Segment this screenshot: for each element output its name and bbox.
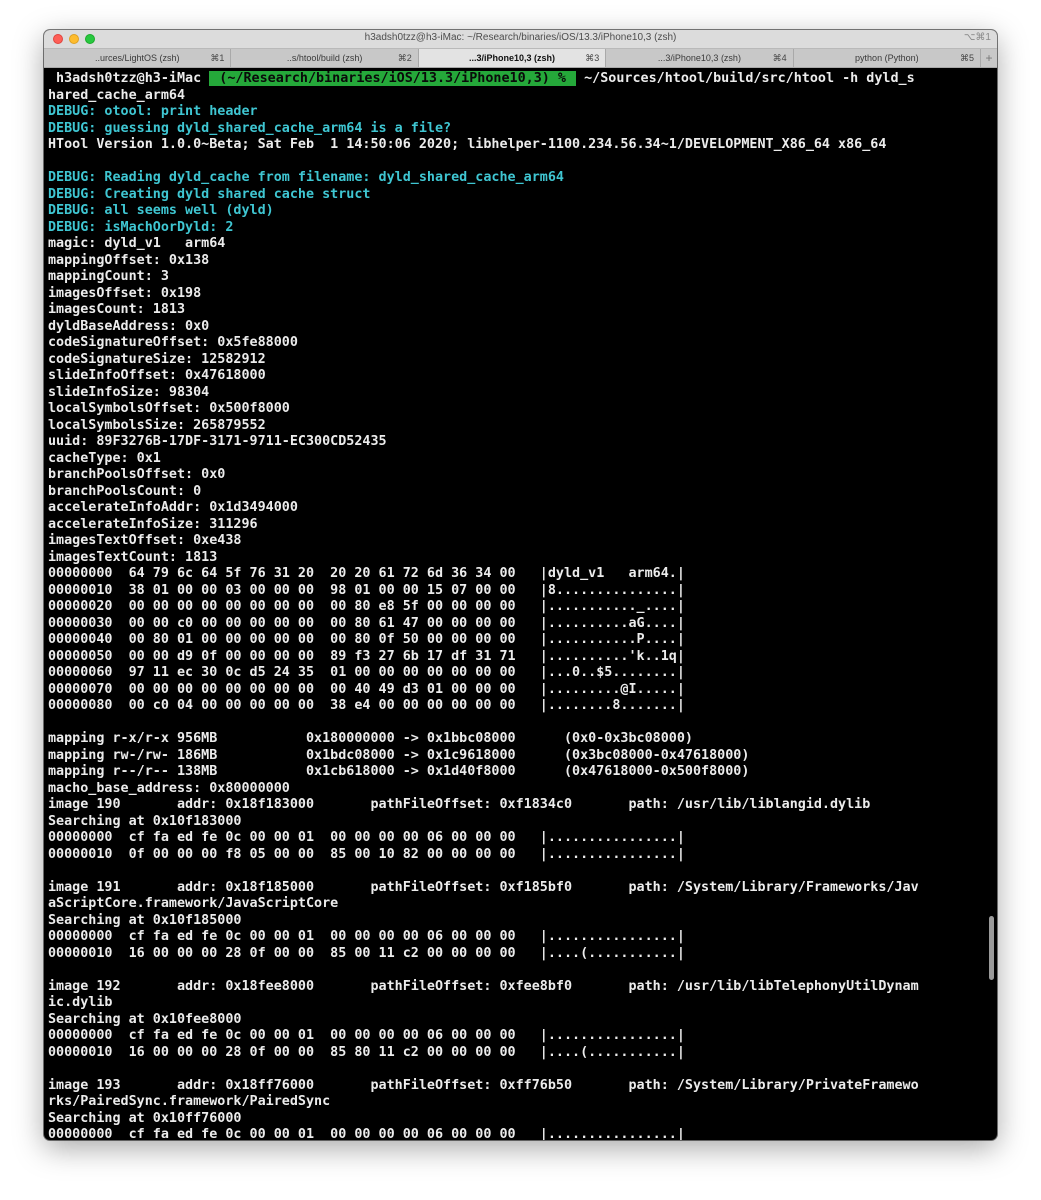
output-line: DEBUG: otool: print header xyxy=(48,104,258,119)
tab-label: python (Python) xyxy=(855,53,919,63)
tab-2[interactable]: ..s/htool/build (zsh) ⌘2 xyxy=(231,49,419,67)
output-line: 00000000 64 79 6c 64 5f 76 31 20 20 20 6… xyxy=(48,566,685,581)
terminal-output[interactable]: h3adsh0tzz@h3-iMac (~/Research/binaries/… xyxy=(44,68,997,1140)
output-line: ic.dylib xyxy=(48,995,113,1010)
output-line: mapping r-x/r-x 956MB 0x180000000 -> 0x1… xyxy=(48,731,693,746)
tab-shortcut: ⌘2 xyxy=(397,53,412,63)
prompt-user: h3adsh0tzz@h3-iMac xyxy=(48,71,210,86)
output-line: aScriptCore.framework/JavaScriptCore xyxy=(48,896,339,911)
output-line: magic: dyld_v1 arm64 xyxy=(48,236,226,251)
output-line: imagesTextCount: 1813 xyxy=(48,549,218,565)
output-line: mappingOffset: 0x138 xyxy=(48,252,210,268)
output-line: Searching at 0x10f183000 xyxy=(48,813,242,829)
output-line: mapping r--/r-- 138MB 0x1cb618000 -> 0x1… xyxy=(48,764,750,779)
output-line: imagesTextOffset: 0xe438 xyxy=(48,533,242,548)
new-tab-button[interactable]: + xyxy=(981,49,997,67)
output-line: 00000000 cf fa ed fe 0c 00 00 01 00 00 0… xyxy=(48,830,685,845)
output-line: codeSignatureSize: 12582912 xyxy=(48,351,266,367)
output-line: 00000030 00 00 c0 00 00 00 00 00 00 80 6… xyxy=(48,615,685,631)
output-line: mappingCount: 3 xyxy=(48,269,169,284)
output-line: dyldBaseAddress: 0x0 xyxy=(48,318,210,334)
tab-label: ...3/iPhone10,3 (zsh) xyxy=(657,53,741,63)
output-line: 00000000 cf fa ed fe 0c 00 00 01 00 00 0… xyxy=(48,1127,685,1140)
tab-shortcut: ⌘4 xyxy=(772,53,787,63)
output-line: 00000010 16 00 00 00 28 0f 00 00 85 00 1… xyxy=(48,945,685,961)
tab-5[interactable]: python (Python) ⌘5 xyxy=(794,49,982,67)
output-line: 00000040 00 80 01 00 00 00 00 00 00 80 0… xyxy=(48,632,685,647)
output-line: localSymbolsSize: 265879552 xyxy=(48,417,266,433)
output-line: image 190 addr: 0x18f183000 pathFileOffs… xyxy=(48,797,871,812)
output-line: 00000000 cf fa ed fe 0c 00 00 01 00 00 0… xyxy=(48,929,685,944)
output-line: DEBUG: isMachOorDyld: 2 xyxy=(48,219,234,235)
window-title: h3adsh0tzz@h3-iMac: ~/Research/binaries/… xyxy=(364,32,677,43)
output-line: macho_base_address: 0x80000000 xyxy=(48,780,290,796)
output-line: DEBUG: Creating dyld shared cache struct xyxy=(48,186,371,202)
output-line: 00000070 00 00 00 00 00 00 00 00 00 40 4… xyxy=(48,681,685,697)
output-line: 00000020 00 00 00 00 00 00 00 00 00 80 e… xyxy=(48,599,685,614)
output-line: DEBUG: all seems well (dyld) xyxy=(48,203,274,218)
output-line: 00000010 16 00 00 00 28 0f 00 00 85 80 1… xyxy=(48,1044,685,1060)
tab-shortcut: ⌘1 xyxy=(210,53,225,63)
output-line: rks/PairedSync.framework/PairedSync xyxy=(48,1094,331,1109)
output-line: DEBUG: guessing dyld_shared_cache_arm64 … xyxy=(48,120,452,136)
output-line: image 192 addr: 0x18fee8000 pathFileOffs… xyxy=(48,978,919,994)
tab-1[interactable]: ..urces/LightOS (zsh) ⌘1 xyxy=(44,49,232,67)
prompt-path: (~/Research/binaries/iOS/13.3/iPhone10,3… xyxy=(209,71,577,86)
output-line: accelerateInfoAddr: 0x1d3494000 xyxy=(48,500,298,515)
output-line: branchPoolsOffset: 0x0 xyxy=(48,467,226,482)
prompt-command: ~/Sources/htool/build/src/htool -h dyld_… xyxy=(576,71,915,86)
output-line: 00000000 cf fa ed fe 0c 00 00 01 00 00 0… xyxy=(48,1028,685,1043)
output-line: 00000060 97 11 ec 30 0c d5 24 35 01 00 0… xyxy=(48,665,685,680)
output-line: imagesCount: 1813 xyxy=(48,302,186,317)
tab-bar: ..urces/LightOS (zsh) ⌘1 ..s/htool/build… xyxy=(44,49,997,68)
output-line: accelerateInfoSize: 311296 xyxy=(48,516,258,532)
output-line: image 193 addr: 0x18ff76000 pathFileOffs… xyxy=(48,1077,919,1093)
output-line: imagesOffset: 0x198 xyxy=(48,285,202,301)
output-line: DEBUG: Reading dyld_cache from filename:… xyxy=(48,170,564,185)
tab-4[interactable]: ...3/iPhone10,3 (zsh) ⌘4 xyxy=(606,49,794,67)
terminal-window: h3adsh0tzz@h3-iMac: ~/Research/binaries/… xyxy=(44,30,997,1140)
output-line: image 191 addr: 0x18f185000 pathFileOffs… xyxy=(48,879,919,895)
output-line: localSymbolsOffset: 0x500f8000 xyxy=(48,401,290,416)
output-line: Searching at 0x10ff76000 xyxy=(48,1110,242,1126)
output-line: Searching at 0x10fee8000 xyxy=(48,1011,242,1027)
output-line: 00000080 00 c0 04 00 00 00 00 00 38 e4 0… xyxy=(48,698,685,713)
output-line: 00000010 0f 00 00 00 f8 05 00 00 85 00 1… xyxy=(48,846,685,862)
output-line: Searching at 0x10f185000 xyxy=(48,912,242,928)
tab-shortcut: ⌘5 xyxy=(960,53,975,63)
output-line: cacheType: 0x1 xyxy=(48,450,161,466)
output-line: hared_cache_arm64 xyxy=(48,87,186,103)
output-line: slideInfoSize: 98304 xyxy=(48,384,210,400)
tab-3[interactable]: ...3/iPhone10,3 (zsh) ⌘3 xyxy=(418,49,607,67)
tab-shortcut: ⌘3 xyxy=(585,53,600,63)
output-line: slideInfoOffset: 0x47618000 xyxy=(48,368,266,383)
output-line: mapping rw-/rw- 186MB 0x1bdc08000 -> 0x1… xyxy=(48,747,750,763)
scrollbar-thumb[interactable] xyxy=(989,916,994,980)
prompt-line: h3adsh0tzz@h3-iMac (~/Research/binaries/… xyxy=(48,71,993,88)
output-line: codeSignatureOffset: 0x5fe88000 xyxy=(48,335,298,350)
tab-label: ...3/iPhone10,3 (zsh) xyxy=(469,53,556,63)
output-line: 00000010 38 01 00 00 03 00 00 00 98 01 0… xyxy=(48,582,685,598)
output-line: HTool Version 1.0.0~Beta; Sat Feb 1 14:5… xyxy=(48,137,887,152)
tab-label: ..urces/LightOS (zsh) xyxy=(94,53,180,63)
window-shortcut: ⌥⌘1 xyxy=(963,32,991,43)
output-line: branchPoolsCount: 0 xyxy=(48,483,202,499)
output-line: 00000050 00 00 d9 0f 00 00 00 00 89 f3 2… xyxy=(48,648,685,664)
title-bar[interactable]: h3adsh0tzz@h3-iMac: ~/Research/binaries/… xyxy=(44,30,997,49)
tab-label: ..s/htool/build (zsh) xyxy=(286,53,363,63)
output-line: uuid: 89F3276B-17DF-3171-9711-EC300CD524… xyxy=(48,434,387,449)
